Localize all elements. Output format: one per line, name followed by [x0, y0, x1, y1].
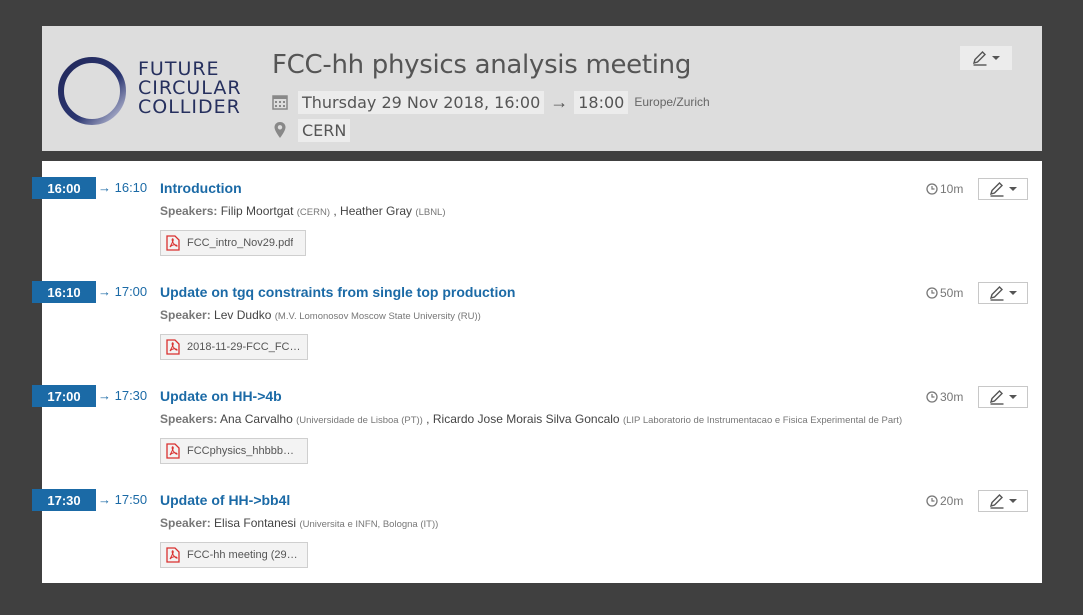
event-edit-button[interactable] [960, 46, 1012, 70]
contribution-edit-button[interactable] [978, 178, 1028, 200]
event-location: CERN [272, 118, 351, 142]
clock-icon [926, 495, 938, 507]
attachment-button[interactable]: FCC_intro_Nov29.pdf [160, 230, 306, 256]
attachment-name: 2018-11-29-FCC_FC… [187, 341, 301, 353]
location-name: CERN [298, 118, 351, 142]
map-pin-icon [274, 122, 286, 138]
end-time: 18:00 [574, 90, 629, 114]
timetable-item: 17:00 → 17:30 Update on HH->4b Speakers:… [32, 369, 1042, 473]
contribution-title-link[interactable]: Update on tgq constraints from single to… [160, 284, 515, 300]
speaker-affiliation: (M.V. Lomonosov Moscow State University … [274, 311, 481, 322]
contribution-edit-button[interactable] [978, 490, 1028, 512]
chevron-down-icon [1009, 187, 1017, 191]
pen-icon [989, 494, 1004, 509]
duration: 30m [926, 390, 963, 404]
contribution-title-link[interactable]: Update of HH->bb4l [160, 492, 290, 508]
clock-icon [926, 183, 938, 195]
duration-value: 30m [940, 390, 964, 404]
speakers-line: Speaker: Lev Dudko (M.V. Lomonosov Mosco… [160, 308, 481, 322]
chevron-down-icon [1009, 395, 1017, 399]
timetable-item: 16:10 → 17:00 Update on tgq constraints … [32, 265, 1042, 369]
speaker-affiliation: (Universita e INFN, Bologna (IT)) [299, 519, 439, 530]
speakers-label: Speakers [160, 204, 214, 218]
speakers-label: Speakers [160, 412, 214, 426]
calendar-icon [272, 95, 288, 110]
speaker-affiliation: (CERN) [296, 207, 331, 218]
clock-icon [926, 287, 938, 299]
end-time: → 17:00 [98, 284, 148, 299]
logo-line-3: COLLIDER [138, 96, 241, 118]
duration-value: 20m [940, 494, 964, 508]
pdf-file-icon [166, 339, 180, 355]
event-dates: Thursday 29 Nov 2018, 16:00 → 18:00 Euro… [272, 90, 710, 114]
pen-icon [972, 51, 987, 66]
fcc-logo-text: FUTURE CIRCULAR COLLIDER [138, 60, 242, 117]
pen-icon [989, 286, 1004, 301]
attachment-name: FCCphysics_hhbbb… [187, 445, 294, 457]
attachment-name: FCC_intro_Nov29.pdf [187, 237, 294, 249]
event-header: FUTURE CIRCULAR COLLIDER FCC-hh physics … [42, 26, 1042, 151]
speaker-name: Lev Dudko [214, 308, 272, 322]
duration: 20m [926, 494, 963, 508]
end-time: → 17:30 [98, 388, 148, 403]
start-time-badge: 17:00 [32, 385, 96, 407]
speaker-affiliation: (LIP Laboratorio de Instrumentacao e Fis… [622, 415, 903, 426]
date-arrow: → [550, 91, 569, 112]
contribution-title-link[interactable]: Update on HH->4b [160, 388, 282, 404]
start-time-badge: 16:10 [32, 281, 96, 303]
chevron-down-icon [1009, 291, 1017, 295]
timetable-item: 17:30 → 17:50 Update of HH->bb4l Speaker… [32, 473, 1042, 577]
speakers-line: Speakers: Ana Carvalho (Universidade de … [160, 412, 903, 426]
pdf-file-icon [166, 443, 180, 459]
chevron-down-icon [992, 56, 1000, 60]
contribution-edit-button[interactable] [978, 282, 1028, 304]
speakers-label: Speaker [160, 308, 207, 322]
attachment-button[interactable]: FCC-hh meeting (29… [160, 542, 308, 568]
pen-icon [989, 390, 1004, 405]
clock-icon [926, 391, 938, 403]
pen-icon [989, 182, 1004, 197]
timetable: 16:00 → 16:10 Introduction Speakers: Fil… [32, 161, 1042, 583]
end-time: → 16:10 [98, 180, 148, 195]
contribution-title-link[interactable]: Introduction [160, 180, 242, 196]
timezone: Europe/Zurich [634, 95, 710, 109]
duration: 10m [926, 182, 963, 196]
speakers-label: Speaker [160, 516, 207, 530]
duration: 50m [926, 286, 963, 300]
speaker-affiliation: (Universidade de Lisboa (PT)) [296, 415, 423, 426]
chevron-down-icon [1009, 499, 1017, 503]
timetable-item: 16:00 → 16:10 Introduction Speakers: Fil… [32, 161, 1042, 265]
speaker-name: Heather Gray [340, 204, 413, 218]
speaker-name: Ricardo Jose Morais Silva Goncalo [432, 412, 620, 426]
end-time: → 17:50 [98, 492, 148, 507]
speakers-line: Speaker: Elisa Fontanesi (Universita e I… [160, 516, 439, 530]
start-time-badge: 16:00 [32, 177, 96, 199]
speakers-line: Speakers: Filip Moortgat (CERN) , Heathe… [160, 204, 446, 218]
speaker-affiliation: (LBNL) [415, 207, 446, 218]
duration-value: 10m [940, 182, 964, 196]
fcc-logo-ring [58, 57, 126, 125]
pdf-file-icon [166, 547, 180, 563]
fcc-logo: FUTURE CIRCULAR COLLIDER [56, 55, 256, 127]
attachment-name: FCC-hh meeting (29… [187, 549, 298, 561]
speaker-name: Elisa Fontanesi [214, 516, 297, 530]
duration-value: 50m [940, 286, 964, 300]
pdf-file-icon [166, 235, 180, 251]
attachment-button[interactable]: 2018-11-29-FCC_FC… [160, 334, 308, 360]
event-title: FCC-hh physics analysis meeting [272, 50, 692, 80]
start-time-badge: 17:30 [32, 489, 96, 511]
speaker-name: Filip Moortgat [220, 204, 294, 218]
start-datetime: Thursday 29 Nov 2018, 16:00 [298, 90, 545, 114]
speaker-name: Ana Carvalho [220, 412, 293, 426]
attachment-button[interactable]: FCCphysics_hhbbb… [160, 438, 308, 464]
contribution-edit-button[interactable] [978, 386, 1028, 408]
